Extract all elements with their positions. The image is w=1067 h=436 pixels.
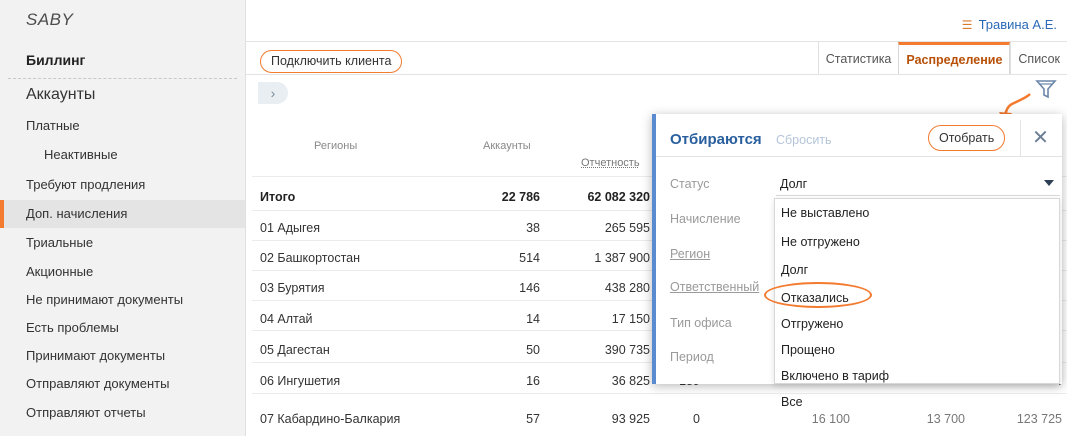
- column-5-value: 16 100: [811, 412, 850, 426]
- region-name[interactable]: 07 Кабардино-Балкария: [260, 412, 400, 426]
- sidebar-item-inactive[interactable]: Неактивные: [44, 147, 118, 162]
- highlight-oval: [764, 282, 872, 308]
- amount-value: 390 735: [604, 343, 650, 357]
- popup-header-divider: [656, 156, 1062, 157]
- amount-value: 265 595: [604, 221, 650, 235]
- accounts-count: 50: [526, 343, 540, 357]
- close-popup-button[interactable]: ✕: [1020, 120, 1060, 156]
- column-header-accounts[interactable]: Аккаунты: [483, 140, 531, 152]
- sidebar-item-extra-charges[interactable]: Доп. начисления: [26, 206, 127, 221]
- filter-label-status: Статус: [670, 177, 710, 191]
- filter-label-office-type[interactable]: Тип офиса: [670, 316, 732, 330]
- status-option[interactable]: Не отгружено: [781, 235, 860, 249]
- filter-label-responsible[interactable]: Ответственный: [670, 280, 759, 294]
- view-tabs: Статистика Распределение Список: [817, 42, 1067, 74]
- sidebar-item-accepting-docs[interactable]: Принимают документы: [26, 348, 165, 363]
- region-name[interactable]: 06 Ингушетия: [260, 374, 340, 388]
- column-header-reporting[interactable]: Отчетность: [581, 157, 640, 169]
- amount-value: 438 280: [604, 281, 650, 295]
- filter-popup: Отбираются Сбросить Отобрать ✕ Статус На…: [652, 114, 1062, 409]
- status-option[interactable]: Отгружено: [781, 317, 843, 331]
- user-menu-icon: ☰: [961, 18, 973, 32]
- status-select[interactable]: Долг: [776, 172, 1060, 196]
- amount-value: 93 925: [611, 412, 650, 426]
- connect-client-button[interactable]: Подключить клиента: [260, 50, 403, 73]
- accounts-count: 146: [519, 281, 540, 295]
- filter-popup-title: Отбираются: [670, 131, 762, 148]
- close-icon: ✕: [1032, 127, 1049, 149]
- brand-logo[interactable]: SABY: [26, 10, 73, 30]
- sidebar-divider: [8, 78, 237, 79]
- reset-filter-link[interactable]: Сбросить: [776, 133, 832, 147]
- tab-statistics[interactable]: Статистика: [817, 42, 899, 74]
- region-name[interactable]: 03 Бурятия: [260, 281, 324, 295]
- sidebar: SABY Биллинг Аккаунты Платные Неактивные…: [0, 0, 246, 436]
- column-6-value: 13 700: [926, 412, 965, 426]
- status-option[interactable]: Включено в тариф: [781, 369, 889, 383]
- sidebar-item-not-accepting-docs[interactable]: Не принимают документы: [26, 292, 183, 307]
- filter-label-region[interactable]: Регион: [670, 247, 710, 261]
- filter-icon[interactable]: [1035, 78, 1057, 100]
- sidebar-heading-accounts[interactable]: Аккаунты: [26, 86, 95, 104]
- total-label: Итого: [260, 190, 296, 204]
- region-name[interactable]: 01 Адыгея: [260, 221, 320, 235]
- status-option[interactable]: Прощено: [781, 343, 835, 357]
- column-4-value: 0: [693, 412, 700, 426]
- filter-label-period[interactable]: Период: [670, 350, 714, 364]
- section-title[interactable]: Биллинг: [26, 52, 85, 68]
- amount-value: 17 150: [611, 312, 650, 326]
- chevron-down-icon: [1044, 180, 1054, 186]
- status-option[interactable]: Долг: [781, 263, 808, 277]
- total-amount: 62 082 320: [587, 190, 650, 204]
- accounts-count: 14: [526, 312, 540, 326]
- status-selected-value: Долг: [780, 177, 808, 191]
- accounts-count: 514: [519, 251, 540, 265]
- sidebar-item-paid[interactable]: Платные: [26, 118, 80, 133]
- tab-distribution[interactable]: Распределение: [898, 42, 1011, 74]
- accounts-count: 16: [526, 374, 540, 388]
- total-accounts: 22 786: [501, 190, 540, 204]
- sidebar-item-need-renewal[interactable]: Требуют продления: [26, 177, 145, 192]
- chevron-right-icon: ›: [270, 85, 276, 101]
- accounts-count: 38: [526, 221, 540, 235]
- region-name[interactable]: 02 Башкортостан: [260, 251, 360, 265]
- status-option[interactable]: Все: [781, 395, 803, 409]
- row-divider: [252, 393, 1067, 394]
- status-option[interactable]: Не выставлено: [781, 206, 869, 220]
- region-name[interactable]: 05 Дагестан: [260, 343, 330, 357]
- sidebar-item-sending-reports[interactable]: Отправляют отчеты: [26, 405, 146, 420]
- expand-panel-button[interactable]: ›: [258, 82, 288, 104]
- filter-label-charge[interactable]: Начисление: [670, 212, 741, 226]
- sidebar-item-promo[interactable]: Акционные: [26, 264, 93, 279]
- amount-value: 1 387 900: [594, 251, 650, 265]
- user-name: Травина А.Е.: [978, 17, 1057, 32]
- sidebar-item-sending-docs[interactable]: Отправляют документы: [26, 376, 169, 391]
- sidebar-item-problems[interactable]: Есть проблемы: [26, 320, 119, 335]
- region-name[interactable]: 04 Алтай: [260, 312, 313, 326]
- tab-list[interactable]: Список: [1010, 42, 1067, 74]
- amount-value: 36 825: [611, 374, 650, 388]
- user-menu[interactable]: ☰ Травина А.Е.: [962, 17, 1057, 32]
- column-7-value: 123 725: [1016, 412, 1062, 426]
- column-header-regions[interactable]: Регионы: [314, 140, 357, 152]
- apply-filter-button[interactable]: Отобрать: [928, 125, 1006, 151]
- accounts-count: 57: [526, 412, 540, 426]
- sidebar-item-trial[interactable]: Триальные: [26, 235, 93, 250]
- header-divider: [246, 74, 1067, 75]
